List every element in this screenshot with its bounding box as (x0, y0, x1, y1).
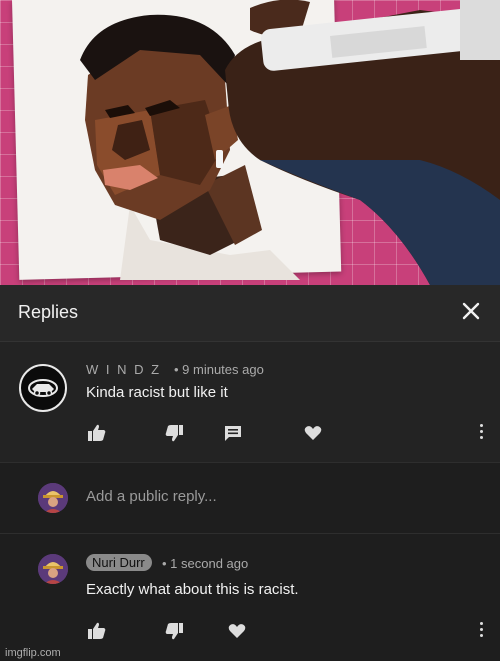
avatar (38, 483, 68, 513)
comment-actions (0, 422, 500, 444)
like-icon[interactable] (86, 620, 108, 642)
comment: W I N D Z • 9 minutes ago Kinda racist b… (0, 342, 500, 463)
comment-author[interactable]: W I N D Z (86, 362, 161, 377)
like-icon[interactable] (86, 422, 108, 444)
watermark: imgflip.com (5, 647, 61, 659)
more-vert-icon[interactable] (478, 622, 484, 640)
reply-input[interactable]: Add a public reply... (86, 488, 217, 505)
panel-title: Replies (18, 302, 79, 322)
reply-text: Exactly what about this is racist. (86, 581, 299, 598)
comment-text: Kinda racist but like it (86, 384, 228, 401)
avatar[interactable] (38, 554, 68, 584)
comment-time: • 9 minutes ago (174, 362, 264, 377)
reply-input-row: Add a public reply... (0, 463, 500, 534)
reply-author-badge[interactable]: Nuri Durr (86, 554, 152, 571)
reply-icon[interactable] (222, 422, 244, 444)
replies-header: Replies (0, 285, 500, 342)
hand-with-marker (225, 0, 500, 285)
user-avatar-icon (38, 483, 68, 513)
heart-icon[interactable] (226, 620, 248, 642)
user-avatar-icon (38, 554, 68, 584)
more-vert-icon[interactable] (478, 424, 484, 442)
reply-comment: Nuri Durr • 1 second ago Exactly what ab… (0, 534, 500, 661)
dislike-icon[interactable] (163, 620, 185, 642)
close-icon[interactable] (460, 300, 482, 322)
heart-icon[interactable] (302, 422, 324, 444)
avatar[interactable] (19, 364, 67, 412)
video-frame (0, 0, 500, 285)
replies-panel: Replies W I N D Z • 9 minutes ago Kinda … (0, 285, 500, 661)
car-logo-icon (28, 379, 58, 397)
dislike-icon[interactable] (163, 422, 185, 444)
reply-time: • 1 second ago (162, 556, 249, 571)
reply-actions (0, 620, 500, 642)
